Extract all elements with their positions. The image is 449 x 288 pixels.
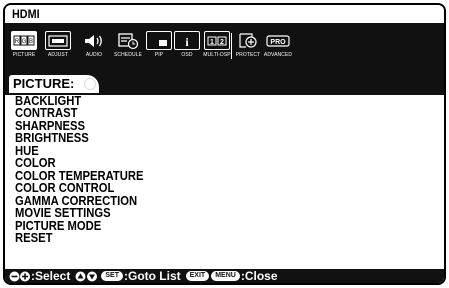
pip-icon bbox=[146, 31, 172, 50]
tab-protect[interactable]: PROTECT bbox=[234, 31, 262, 61]
menu-item-reset[interactable]: RESET bbox=[15, 231, 144, 244]
multi-display-icon: 1 2 bbox=[204, 31, 230, 50]
section-title: PICTURE: bbox=[13, 76, 75, 91]
up-down-icon bbox=[75, 271, 98, 281]
footer-goto-label: :Goto List bbox=[123, 269, 181, 283]
tab-picture[interactable]: R G B PICTURE bbox=[9, 31, 39, 61]
adjust-icon bbox=[45, 31, 71, 50]
tab-multi-dsp-label: MULTI-DSP bbox=[203, 52, 231, 58]
tab-audio-label: AUDIO bbox=[85, 52, 103, 58]
tab-osd[interactable]: i OSD bbox=[173, 31, 201, 61]
tab-protect-label: PROTECT bbox=[235, 52, 261, 58]
picture-rgb-icon: R G B bbox=[11, 31, 37, 50]
info-icon: i bbox=[174, 31, 200, 50]
section-decoration-icon bbox=[84, 78, 96, 90]
speaker-icon bbox=[81, 31, 107, 50]
picture-menu-list: BACKLIGHT CONTRAST SHARPNESS BRIGHTNESS … bbox=[15, 95, 158, 245]
tab-pip-label: PIP bbox=[154, 52, 164, 58]
menu-button-icon: MENU bbox=[211, 271, 240, 281]
footer-help-bar: :Select SET :Goto List EXIT MENU :Close bbox=[5, 269, 444, 283]
tab-advanced[interactable]: PRO ADVANCED bbox=[262, 31, 294, 61]
set-button-icon: SET bbox=[101, 271, 123, 281]
info-glyph: i bbox=[185, 35, 189, 48]
section-title-tab: PICTURE: bbox=[9, 75, 99, 93]
category-tab-bar: R G B PICTURE ADJUST AUDIO SCHEDULE PIP … bbox=[5, 23, 444, 67]
tab-audio[interactable]: AUDIO bbox=[78, 31, 110, 61]
tab-divider bbox=[231, 33, 232, 59]
rgb-b-glyph: B bbox=[29, 39, 33, 45]
tab-pip[interactable]: PIP bbox=[145, 31, 173, 61]
input-source-title: HDMI bbox=[12, 7, 40, 21]
tab-adjust[interactable]: ADJUST bbox=[40, 31, 76, 61]
osd-menu-window: HDMI R G B PICTURE ADJUST AUDIO SCHEDULE… bbox=[3, 3, 446, 285]
multi-1-glyph: 1 bbox=[210, 39, 214, 46]
footer-close-label: :Close bbox=[240, 269, 278, 283]
tab-advanced-label: ADVANCED bbox=[263, 52, 293, 58]
tab-adjust-label: ADJUST bbox=[47, 52, 69, 58]
pro-icon: PRO bbox=[265, 31, 291, 50]
rgb-g-glyph: G bbox=[22, 39, 27, 45]
tab-schedule-label: SCHEDULE bbox=[113, 52, 143, 58]
multi-2-glyph: 2 bbox=[220, 39, 224, 46]
tab-picture-label: PICTURE bbox=[12, 52, 36, 58]
pro-glyph: PRO bbox=[270, 39, 286, 46]
footer-select-label: :Select bbox=[31, 269, 71, 283]
section-header: PICTURE: bbox=[5, 67, 444, 95]
tab-osd-label: OSD bbox=[181, 52, 193, 58]
minus-plus-icon bbox=[9, 271, 30, 281]
exit-button-icon: EXIT bbox=[185, 271, 210, 281]
protect-icon bbox=[235, 31, 261, 50]
rgb-r-glyph: R bbox=[15, 39, 20, 45]
tab-schedule[interactable]: SCHEDULE bbox=[111, 31, 145, 61]
schedule-icon bbox=[115, 31, 141, 50]
tab-multi-dsp[interactable]: 1 2 MULTI-DSP bbox=[201, 31, 233, 61]
input-header: HDMI bbox=[5, 5, 444, 23]
